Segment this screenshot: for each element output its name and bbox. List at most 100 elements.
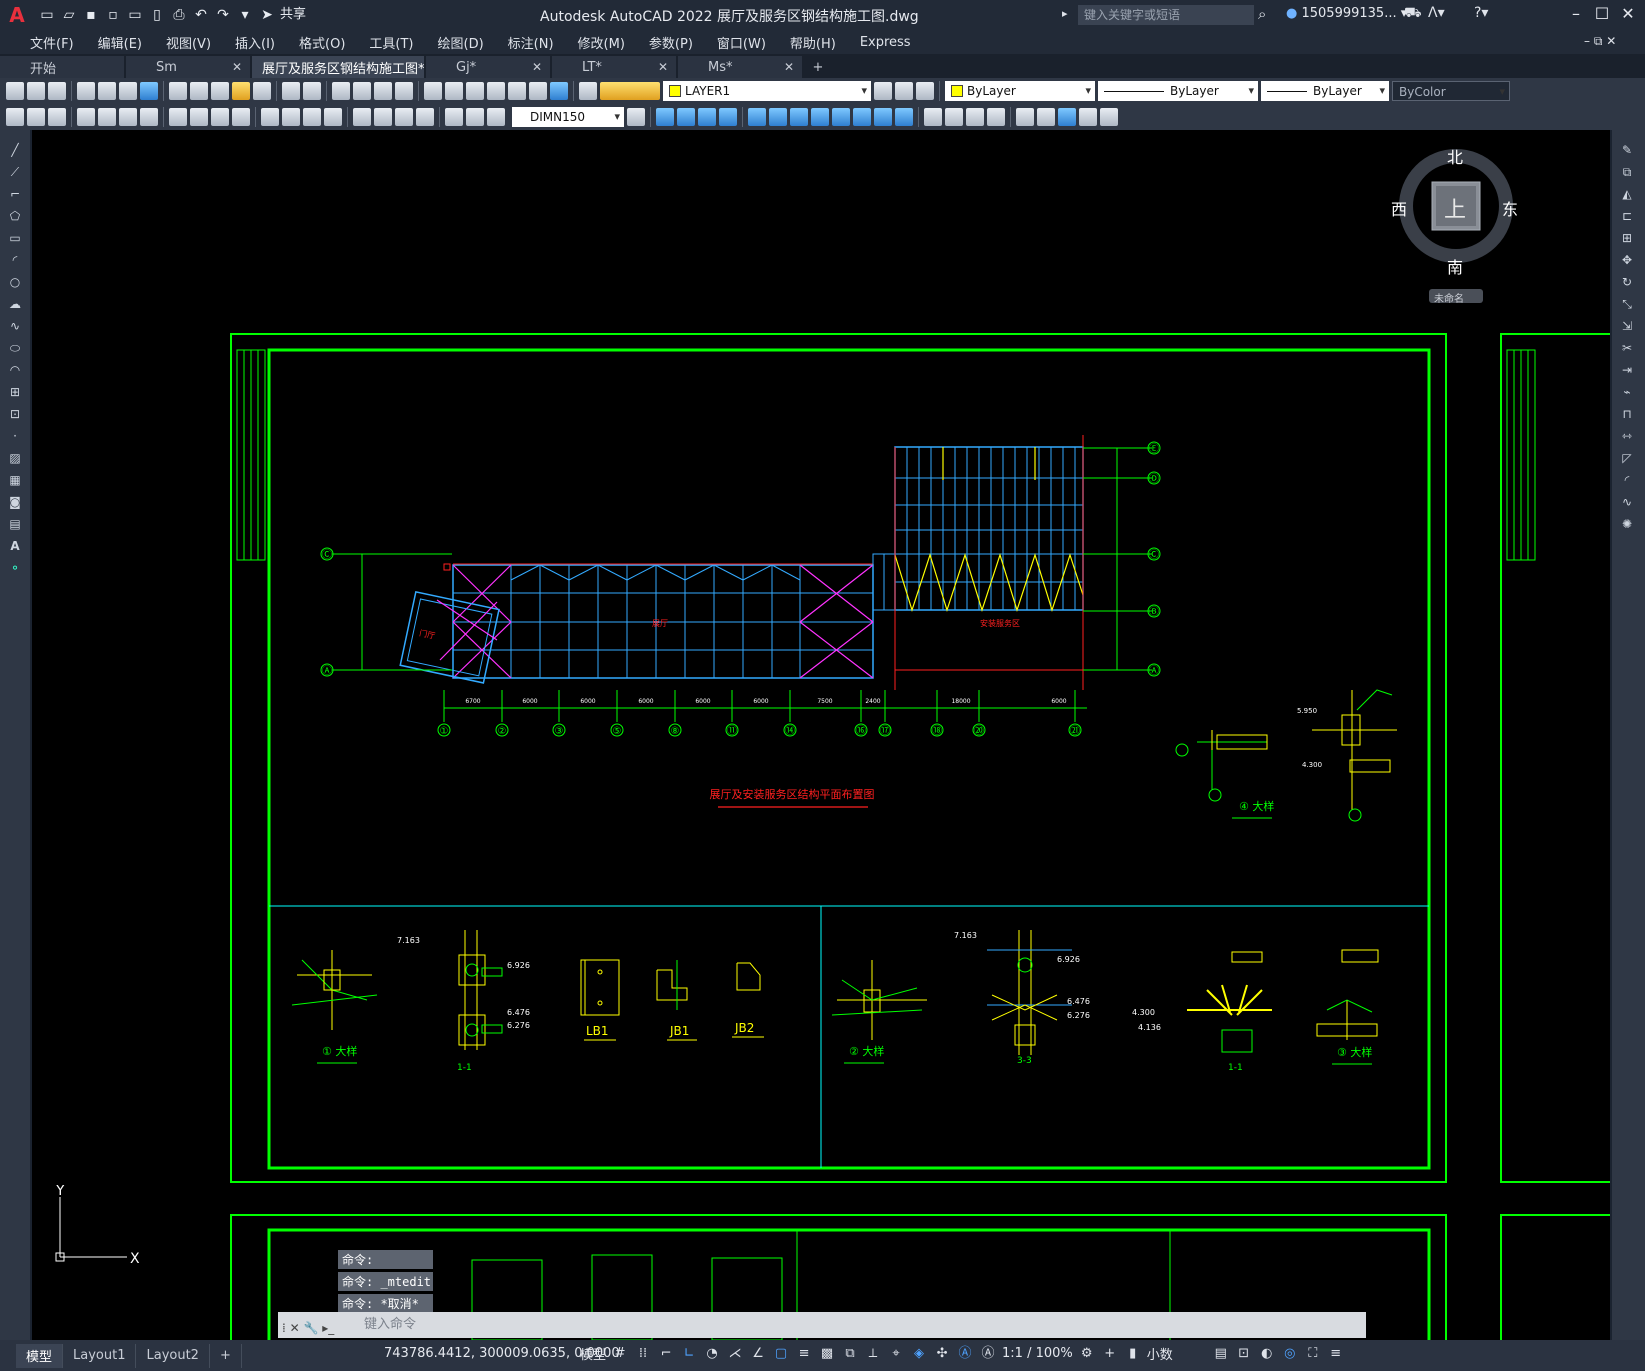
tab-gj[interactable]: Gj* ✕ xyxy=(426,56,550,78)
undo-icon[interactable] xyxy=(282,82,300,100)
menu-express[interactable]: Express xyxy=(848,35,923,50)
modify-tool-1-icon[interactable] xyxy=(656,108,674,126)
layer-manager-icon[interactable] xyxy=(579,82,597,100)
new-icon[interactable] xyxy=(6,82,24,100)
tab-close-icon[interactable]: ✕ xyxy=(784,60,794,74)
line-icon[interactable]: ╱ xyxy=(6,142,24,158)
calculator-icon[interactable] xyxy=(529,82,547,100)
web-open-icon[interactable]: ▭ xyxy=(126,6,144,24)
point-icon[interactable]: · xyxy=(6,428,24,444)
open-icon[interactable] xyxy=(27,82,45,100)
share-icon[interactable]: ➤ xyxy=(258,6,276,24)
break-icon[interactable]: ⊓ xyxy=(1618,406,1636,422)
tab-sm[interactable]: Sm ✕ xyxy=(126,56,250,78)
help-icon[interactable]: ?▾ xyxy=(1474,5,1488,21)
menu-insert[interactable]: 插入(I) xyxy=(223,33,287,52)
command-line-controls-icon[interactable]: ⁞ ✕ 🔧 ▸_ xyxy=(282,1315,334,1341)
share-label[interactable]: 共享 xyxy=(280,6,306,24)
model-space-toggle[interactable]: 模型 xyxy=(580,1344,606,1363)
zoom-window-icon[interactable] xyxy=(374,82,392,100)
search-input[interactable]: 键入关键字或短语 xyxy=(1078,5,1254,25)
spline-icon[interactable]: ∿ xyxy=(6,318,24,334)
user-account[interactable]: ● 1505999135... ▾ xyxy=(1286,6,1407,21)
menu-dimension[interactable]: 标注(N) xyxy=(496,33,566,52)
dimstyle-dropdown[interactable]: DIMN150 xyxy=(512,107,624,127)
menu-parametric[interactable]: 参数(P) xyxy=(637,33,705,52)
layer-on-icon[interactable] xyxy=(600,82,660,100)
tab-close-icon[interactable]: ✕ xyxy=(232,60,242,74)
lock-ui-icon[interactable]: ⊡ xyxy=(1235,1345,1253,1363)
dim-aligned-icon[interactable] xyxy=(98,108,116,126)
help-icon[interactable] xyxy=(550,82,568,100)
view-tool-4-icon[interactable] xyxy=(1079,108,1097,126)
tab-close-icon[interactable]: ✕ xyxy=(532,60,542,74)
graphics-performance-icon[interactable]: ◎ xyxy=(1281,1345,1299,1363)
customize-qa-icon[interactable]: ▾ xyxy=(236,6,254,24)
autodesk-account-icon[interactable]: Ʌ▾ xyxy=(1428,5,1445,21)
viewcube-north[interactable]: 北 xyxy=(1447,144,1463,168)
search-expand-icon[interactable]: ▸ xyxy=(1062,7,1068,20)
dim-angular-icon[interactable] xyxy=(232,108,250,126)
dim-jogged-icon[interactable] xyxy=(190,108,208,126)
view-tool-3-icon[interactable] xyxy=(1058,108,1076,126)
solid-tool-2-icon[interactable] xyxy=(769,108,787,126)
view-tool-2-icon[interactable] xyxy=(1037,108,1055,126)
polygon-icon[interactable]: ⬠ xyxy=(6,208,24,224)
minimize-icon[interactable]: – xyxy=(1564,4,1588,26)
ellipse-icon[interactable]: ⬭ xyxy=(6,340,24,356)
render-tool-1-icon[interactable] xyxy=(924,108,942,126)
dim-edit-icon[interactable] xyxy=(445,108,463,126)
markup-icon[interactable] xyxy=(508,82,526,100)
quick-dim-icon[interactable] xyxy=(261,108,279,126)
quick-dimension-icon[interactable] xyxy=(6,108,24,126)
layer-dropdown[interactable]: LAYER1 xyxy=(663,81,871,101)
tab-ms[interactable]: Ms* ✕ xyxy=(678,56,802,78)
lineweight-icon[interactable]: ≡ xyxy=(795,1345,813,1363)
drawing-canvas[interactable]: 展厅 门厅 安装服务区 ① ② ③ ⑤ ⑧ ⑪ ⑭ ⑯ ⑰ ⑱ ⑳ ㉑ Ⓔ Ⓓ … xyxy=(32,130,1610,1340)
lineweight-dropdown[interactable]: ByLayer xyxy=(1261,81,1389,101)
undo-icon[interactable]: ↶ xyxy=(192,6,210,24)
quick-properties-icon[interactable]: ▤ xyxy=(1212,1345,1230,1363)
linear-dim-icon[interactable] xyxy=(27,108,45,126)
table-icon[interactable]: ▤ xyxy=(6,516,24,532)
menu-modify[interactable]: 修改(M) xyxy=(566,33,637,52)
trim-icon[interactable]: ✂ xyxy=(1618,340,1636,356)
viewcube-wcs[interactable]: 未命名 xyxy=(1434,290,1464,305)
dim-radius-icon[interactable] xyxy=(169,108,187,126)
new-file-icon[interactable]: ▭ xyxy=(38,6,56,24)
design-center-icon[interactable] xyxy=(445,82,463,100)
menu-file[interactable]: 文件(F) xyxy=(18,33,86,52)
move-icon[interactable]: ✥ xyxy=(1618,252,1636,268)
chamfer-icon[interactable]: ◸ xyxy=(1618,450,1636,466)
mtext-icon[interactable]: A xyxy=(6,538,24,554)
match-properties-icon[interactable] xyxy=(232,82,250,100)
circle-icon[interactable]: ○ xyxy=(6,274,24,290)
menu-tools[interactable]: 工具(T) xyxy=(357,33,425,52)
tool-palettes-icon[interactable] xyxy=(466,82,484,100)
annotation-scale[interactable]: 1:1 / 100% xyxy=(1002,1346,1073,1361)
dim-linear-icon[interactable] xyxy=(77,108,95,126)
add-layout-icon[interactable]: + xyxy=(210,1343,242,1368)
search-icon[interactable]: ⌕ xyxy=(1258,5,1266,23)
arc-icon[interactable]: ◜ xyxy=(6,252,24,268)
menu-format[interactable]: 格式(O) xyxy=(287,33,357,52)
save-as-icon[interactable]: ▫ xyxy=(104,6,122,24)
infer-icon[interactable]: ⌐ xyxy=(657,1345,675,1363)
autocad-logo-icon[interactable]: A xyxy=(0,0,34,30)
units-value[interactable]: 小数 xyxy=(1147,1344,1207,1363)
customize-status-icon[interactable]: ≡ xyxy=(1327,1345,1345,1363)
clean-screen-icon[interactable]: ⛶ xyxy=(1304,1345,1322,1363)
hatch-icon[interactable]: ▨ xyxy=(6,450,24,466)
preview-icon[interactable] xyxy=(98,82,116,100)
publish-icon[interactable] xyxy=(119,82,137,100)
solid-tool-3-icon[interactable] xyxy=(790,108,808,126)
mirror-icon[interactable]: ◭ xyxy=(1618,186,1636,202)
join-icon[interactable]: ⇿ xyxy=(1618,428,1636,444)
render-tool-3-icon[interactable] xyxy=(966,108,984,126)
modify-tool-3-icon[interactable] xyxy=(698,108,716,126)
aligned-dim-icon[interactable] xyxy=(48,108,66,126)
doc-window-controls-icon[interactable]: – ⧉ ✕ xyxy=(1584,34,1616,49)
layer-state-icon[interactable] xyxy=(916,82,934,100)
save-icon[interactable] xyxy=(48,82,66,100)
inspection-icon[interactable] xyxy=(395,108,413,126)
